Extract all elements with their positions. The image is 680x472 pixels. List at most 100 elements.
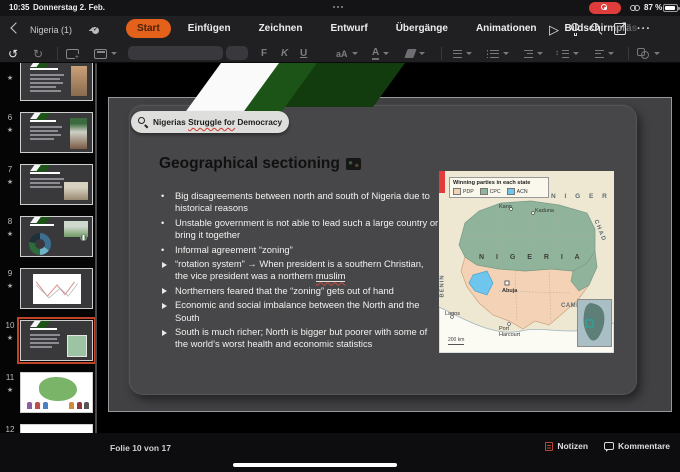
slide-thumbnail-10[interactable]: 10 ★ (0, 317, 96, 372)
slide-thumbnail-11[interactable]: 11 ★ (0, 372, 96, 424)
dot-bullet-marker: • (161, 216, 165, 228)
font-size-input[interactable] (226, 46, 248, 60)
bullet-text: Northerners feared that the “zoning” get… (175, 284, 394, 296)
arrow-bullet-marker (161, 299, 175, 324)
bullet-item: “rotation system” → When president is a … (161, 258, 439, 283)
tab-einfügen[interactable]: Einfügen (177, 19, 242, 38)
tab-start[interactable]: Start (126, 19, 171, 38)
arrow-bullet-marker (161, 285, 175, 297)
hotspot-link-icon (630, 5, 642, 12)
slide-thumbnail-8[interactable]: 8 ★ (0, 216, 96, 268)
font-color-button[interactable]: A (372, 46, 390, 61)
tab-übergänge[interactable]: Übergänge (385, 19, 459, 38)
nigeria-election-map-image[interactable]: Winning parties in each state PDP CPC ACN … (439, 171, 614, 353)
bullets-button[interactable] (450, 46, 472, 61)
multitasking-dots-icon[interactable] (333, 6, 343, 8)
bullet-text: Big disagreements between north and sout… (175, 190, 430, 214)
highlight-button[interactable] (404, 46, 425, 61)
slide-thumbnail-panel: ★6★7★8★9★10★11★12★ (0, 63, 96, 462)
thumbnail-preview[interactable] (20, 216, 93, 257)
bold-button[interactable]: F (261, 46, 267, 61)
legend-item-pdp: PDP (453, 188, 474, 195)
thumbnail-preview[interactable] (20, 372, 93, 413)
comments-icon (604, 442, 615, 452)
italic-button[interactable]: K (281, 46, 288, 61)
red-corner-tab (439, 171, 445, 193)
record-icon (601, 4, 607, 10)
bullet-text: Informal agreement “zoning” (175, 243, 293, 255)
shapes-button[interactable] (637, 46, 660, 61)
formatting-toolbar: ↺ ↺ F K U aA A (0, 44, 680, 63)
new-slide-button[interactable] (66, 46, 79, 61)
ribbon-tab-bar: Nigeria (1) ☁✓ Start Einfügen Zeichnen Entw… (0, 16, 680, 44)
slide-body-textbox[interactable]: • Big disagreements between north and sou… (161, 190, 439, 353)
layout-button[interactable] (94, 46, 117, 61)
label-kaduna: Kaduna (535, 208, 554, 214)
slide-thumbnail-6[interactable]: 6 ★ (0, 112, 96, 164)
indent-button[interactable] (521, 46, 543, 61)
bullet-item: • Big disagreements between north and sou… (161, 190, 439, 215)
more-ellipsis-icon[interactable]: ··· (637, 23, 651, 35)
transition-star-icon: ★ (6, 335, 14, 342)
highlighter-icon (404, 49, 417, 58)
status-bar: 10:35 Donnerstag 2. Feb. 87 % (0, 0, 680, 16)
underline-button[interactable]: U (300, 46, 307, 61)
legend-title: Winning parties in each state (453, 180, 531, 186)
thumbnail-preview[interactable] (20, 63, 93, 101)
status-date: Donnerstag 2. Feb. (33, 3, 106, 12)
align-button[interactable] (592, 46, 614, 61)
share-icon[interactable]: ↗ (614, 20, 627, 35)
slide-number: 7 (7, 165, 13, 174)
sidebar-scrollbar[interactable] (95, 63, 97, 460)
numbering-button[interactable] (487, 46, 509, 61)
label-lagos: Lagos (445, 311, 460, 317)
font-name-input[interactable] (128, 46, 223, 60)
tab-animationen[interactable]: Animationen (465, 19, 548, 38)
comments-button[interactable]: Kommentare (604, 441, 670, 452)
thumbnail-preview[interactable] (20, 112, 93, 153)
slide-position-label: Folie 10 von 17 (110, 443, 171, 453)
text-format-button[interactable]: aA (336, 46, 358, 61)
notes-button[interactable]: Notizen (545, 441, 588, 451)
line-spacing-button[interactable] (555, 46, 579, 61)
home-indicator[interactable] (233, 463, 397, 467)
slide-title-textbox[interactable]: Geographical sectioning (159, 155, 361, 173)
map-emoji-icon (345, 158, 361, 170)
tab-entwurf[interactable]: Entwurf (319, 19, 378, 38)
clock: 10:35 (9, 3, 30, 12)
battery-icon (663, 4, 680, 12)
legend-item-acn: ACN (506, 188, 528, 195)
slide-thumbnail-partial[interactable]: ★ (0, 63, 96, 112)
transition-star-icon: ★ (6, 387, 14, 394)
label-abuja: Abuja (502, 288, 518, 294)
slide-10-editing-surface[interactable]: Nigerias Struggle for Democracy Geograph… (108, 63, 672, 412)
label-nigeria: N I G E R I A (479, 254, 585, 261)
search-tag-text: Nigerias Struggle for Democracy (153, 117, 283, 127)
slide-number: 10 (5, 321, 15, 330)
slide-canvas: Nigerias Struggle for Democracy Geograph… (98, 63, 680, 433)
back-chevron-icon[interactable] (10, 22, 22, 34)
dot-bullet-marker: • (161, 243, 165, 255)
thumbnail-preview[interactable] (20, 164, 93, 205)
screen-recording-indicator[interactable] (589, 2, 621, 14)
slide-thumbnail-7[interactable]: 7 ★ (0, 164, 96, 216)
cloud-saved-icon[interactable]: ☁✓ (88, 23, 99, 34)
redo-icon[interactable]: ↺ (33, 46, 43, 61)
africa-silhouette (583, 303, 605, 341)
slide-thumbnail-9[interactable]: 9 ★ (0, 268, 96, 320)
present-play-icon[interactable]: ▷ (549, 23, 559, 36)
transition-star-icon: ★ (6, 231, 14, 238)
thumbnail-preview[interactable] (17, 317, 96, 364)
search-tag-shape[interactable]: Nigerias Struggle for Democracy (131, 111, 289, 133)
label-benin: BENIN (439, 274, 446, 298)
thumbnail-preview[interactable] (20, 268, 93, 309)
undo-icon[interactable]: ↺ (8, 46, 18, 61)
battery-percent: 87 % (644, 3, 663, 12)
lightbulb-tellme-icon[interactable] (570, 22, 580, 36)
ribbon-action-icons: ▷ ↗ ··· (549, 20, 651, 38)
map-legend: Winning parties in each state PDP CPC ACN (449, 177, 549, 198)
search-icon[interactable] (591, 23, 603, 35)
bullet-item: • Informal agreement “zoning” (161, 244, 439, 256)
tab-zeichnen[interactable]: Zeichnen (248, 19, 314, 38)
legend-item-cpc: CPC (479, 188, 501, 195)
